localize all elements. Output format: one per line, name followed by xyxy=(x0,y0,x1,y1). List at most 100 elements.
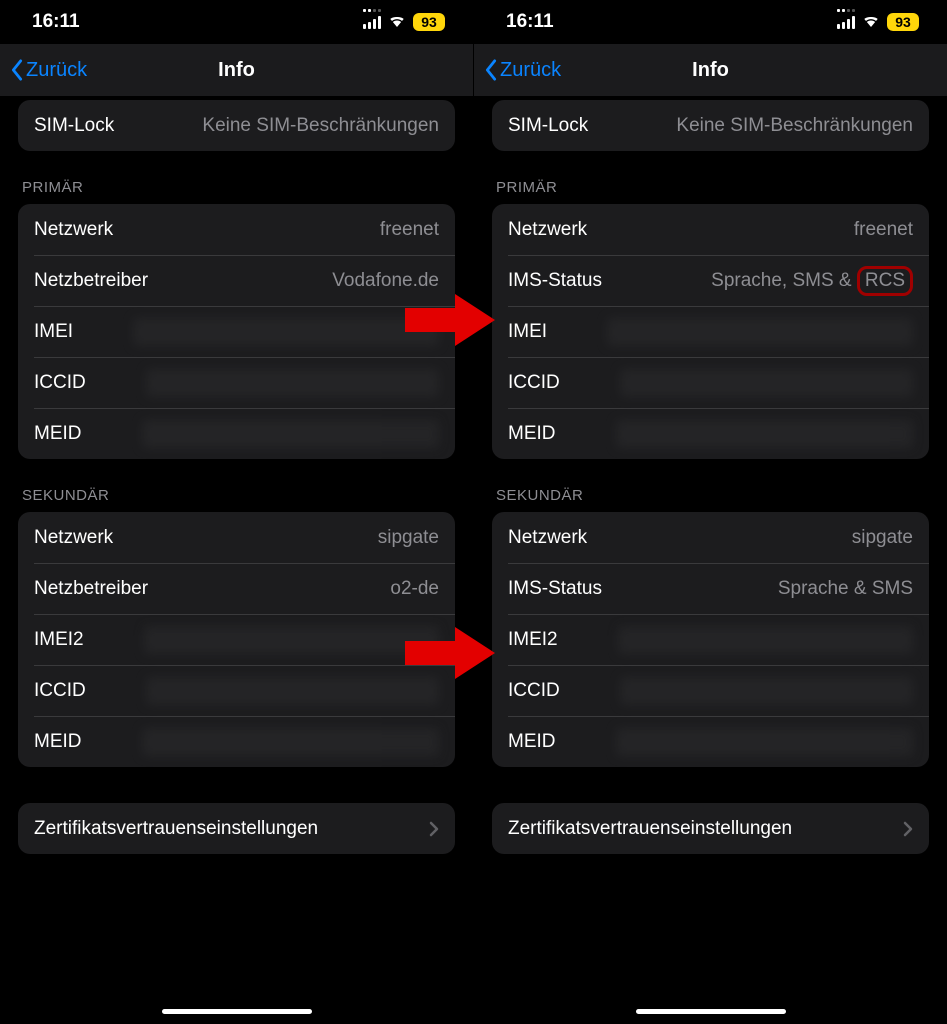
label: IMEI xyxy=(34,321,73,343)
label: IMS-Status xyxy=(508,270,602,292)
label: Netzwerk xyxy=(508,219,587,241)
redacted-value xyxy=(607,318,913,346)
label: MEID xyxy=(34,731,82,753)
row-simlock[interactable]: SIM-Lock Keine SIM-Beschränkungen xyxy=(492,100,929,151)
status-bar: 16:11 93 xyxy=(474,0,947,44)
section-header-secondary: SEKUNDÄR xyxy=(496,487,925,504)
row-meid[interactable]: MEID xyxy=(492,408,929,459)
arrow-annotation-icon xyxy=(405,292,495,348)
label: ICCID xyxy=(34,680,86,702)
redacted-value xyxy=(620,369,913,397)
row-iccid[interactable]: ICCID xyxy=(18,665,455,716)
phone-left: 16:11 93 Zurück Info SIM-Lock Keine SIM-… xyxy=(0,0,473,1024)
back-label: Zurück xyxy=(26,59,87,82)
row-meid[interactable]: MEID xyxy=(492,716,929,767)
back-button[interactable]: Zurück xyxy=(484,59,561,82)
label: MEID xyxy=(508,731,556,753)
value: Sprache, SMS & RCS xyxy=(711,266,913,296)
row-certificate-trust[interactable]: Zertifikatsvertrauenseinstellungen xyxy=(18,803,455,854)
row-netzwerk[interactable]: Netzwerk sipgate xyxy=(492,512,929,563)
nav-bar: Zurück Info xyxy=(474,44,947,96)
status-time: 16:11 xyxy=(32,11,80,33)
row-meid[interactable]: MEID xyxy=(18,716,455,767)
redacted-value xyxy=(616,420,914,448)
label: Zertifikatsvertrauenseinstellungen xyxy=(34,818,318,840)
redacted-value xyxy=(620,677,913,705)
wifi-icon xyxy=(861,11,881,33)
value: sipgate xyxy=(378,527,439,549)
section-header-primary: PRIMÄR xyxy=(496,179,925,196)
row-imei[interactable]: IMEI xyxy=(492,306,929,357)
value: sipgate xyxy=(852,527,913,549)
label: IMEI2 xyxy=(34,629,84,651)
status-time: 16:11 xyxy=(506,11,554,33)
label: Zertifikatsvertrauenseinstellungen xyxy=(508,818,792,840)
value: Keine SIM-Beschränkungen xyxy=(676,115,913,137)
label: Netzwerk xyxy=(508,527,587,549)
label: IMS-Status xyxy=(508,578,602,600)
row-imei2[interactable]: IMEI2 xyxy=(492,614,929,665)
status-bar: 16:11 93 xyxy=(0,0,473,44)
chevron-right-icon xyxy=(429,821,439,837)
row-netzwerk[interactable]: Netzwerk sipgate xyxy=(18,512,455,563)
nav-bar: Zurück Info xyxy=(0,44,473,96)
row-iccid[interactable]: ICCID xyxy=(18,357,455,408)
row-netzwerk[interactable]: Netzwerk freenet xyxy=(492,204,929,255)
section-header-primary: PRIMÄR xyxy=(22,179,451,196)
label: Netzwerk xyxy=(34,527,113,549)
page-title: Info xyxy=(218,59,255,82)
redacted-value xyxy=(146,369,439,397)
row-ims-status[interactable]: IMS-Status Sprache, SMS & RCS xyxy=(492,255,929,306)
home-indicator[interactable] xyxy=(162,1009,312,1015)
label: IMEI xyxy=(508,321,547,343)
redacted-value xyxy=(144,626,439,654)
row-imei2[interactable]: IMEI2 xyxy=(18,614,455,665)
rcs-highlight: RCS xyxy=(857,266,913,296)
label: SIM-Lock xyxy=(34,115,114,137)
value: Sprache & SMS xyxy=(778,578,913,600)
value: freenet xyxy=(854,219,913,241)
row-netzwerk[interactable]: Netzwerk freenet xyxy=(18,204,455,255)
redacted-value xyxy=(618,626,913,654)
label: MEID xyxy=(34,423,82,445)
cellular-icon xyxy=(837,15,856,29)
row-ims-status[interactable]: IMS-Status Sprache & SMS xyxy=(492,563,929,614)
label: ICCID xyxy=(34,372,86,394)
row-netzbetreiber[interactable]: Netzbetreiber Vodafone.de xyxy=(18,255,455,306)
row-netzbetreiber[interactable]: Netzbetreiber o2-de xyxy=(18,563,455,614)
redacted-value xyxy=(142,728,440,756)
page-title: Info xyxy=(692,59,729,82)
row-meid[interactable]: MEID xyxy=(18,408,455,459)
back-button[interactable]: Zurück xyxy=(10,59,87,82)
label: Netzwerk xyxy=(34,219,113,241)
cellular-icon xyxy=(363,15,382,29)
label: Netzbetreiber xyxy=(34,270,148,292)
redacted-value xyxy=(133,318,439,346)
label: IMEI2 xyxy=(508,629,558,651)
redacted-value xyxy=(616,728,914,756)
label: MEID xyxy=(508,423,556,445)
arrow-annotation-icon xyxy=(405,625,495,681)
section-header-secondary: SEKUNDÄR xyxy=(22,487,451,504)
home-indicator[interactable] xyxy=(636,1009,786,1015)
row-simlock[interactable]: SIM-Lock Keine SIM-Beschränkungen xyxy=(18,100,455,151)
label: ICCID xyxy=(508,372,560,394)
row-iccid[interactable]: ICCID xyxy=(492,357,929,408)
row-imei[interactable]: IMEI xyxy=(18,306,455,357)
value: Vodafone.de xyxy=(332,270,439,292)
phone-right: 16:11 93 Zurück Info SIM-Lock Keine SIM-… xyxy=(474,0,947,1024)
battery-icon: 93 xyxy=(413,13,445,31)
label: ICCID xyxy=(508,680,560,702)
row-certificate-trust[interactable]: Zertifikatsvertrauenseinstellungen xyxy=(492,803,929,854)
battery-icon: 93 xyxy=(887,13,919,31)
wifi-icon xyxy=(387,11,407,33)
value: Keine SIM-Beschränkungen xyxy=(202,115,439,137)
row-iccid[interactable]: ICCID xyxy=(492,665,929,716)
chevron-right-icon xyxy=(903,821,913,837)
value: o2-de xyxy=(390,578,439,600)
label: SIM-Lock xyxy=(508,115,588,137)
redacted-value xyxy=(146,677,439,705)
label: Netzbetreiber xyxy=(34,578,148,600)
value: freenet xyxy=(380,219,439,241)
redacted-value xyxy=(142,420,440,448)
